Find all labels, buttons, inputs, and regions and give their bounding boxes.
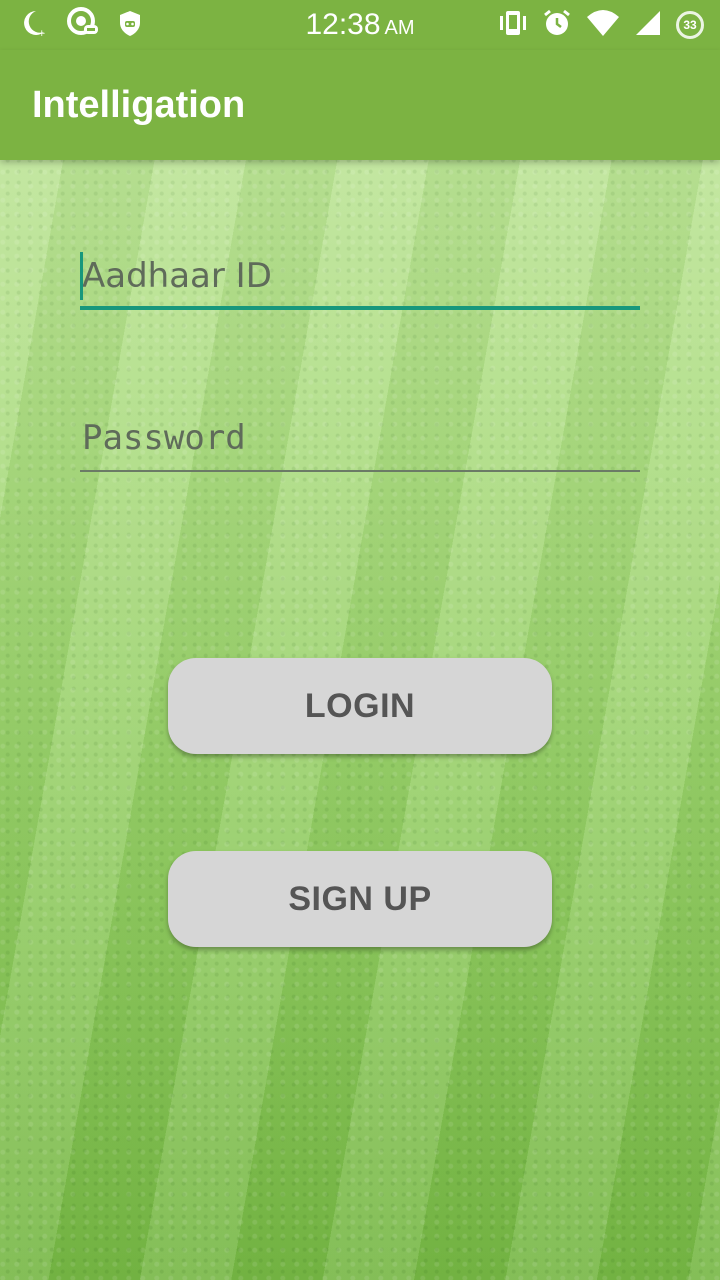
text-cursor <box>80 252 83 300</box>
password-input[interactable] <box>80 412 640 464</box>
login-button[interactable]: LOGIN <box>168 658 552 754</box>
login-screen: + 12:38 AM 33 Intelligation Aadhaar ID L… <box>0 0 720 1280</box>
app-title: Intelligation <box>32 84 246 126</box>
aadhaar-id-field[interactable] <box>80 250 640 310</box>
battery-level: 33 <box>683 18 697 32</box>
aadhaar-id-input[interactable] <box>80 250 640 302</box>
password-field[interactable] <box>80 412 640 472</box>
system-icons: 33 <box>498 8 704 42</box>
background-overlay <box>0 0 720 1280</box>
clock-time: 12:38 <box>305 8 381 41</box>
clock-ampm: AM <box>384 17 415 39</box>
sign-up-button[interactable]: SIGN UP <box>168 851 552 947</box>
app-bar: Intelligation <box>0 50 720 160</box>
battery-icon: 33 <box>676 11 704 39</box>
wifi-icon <box>586 9 620 42</box>
status-bar: + 12:38 AM 33 <box>0 0 720 50</box>
password-underline <box>80 470 640 472</box>
cell-signal-icon <box>634 9 662 42</box>
vibrate-icon <box>498 9 528 42</box>
aadhaar-id-underline <box>80 306 640 310</box>
alarm-icon <box>542 8 572 43</box>
